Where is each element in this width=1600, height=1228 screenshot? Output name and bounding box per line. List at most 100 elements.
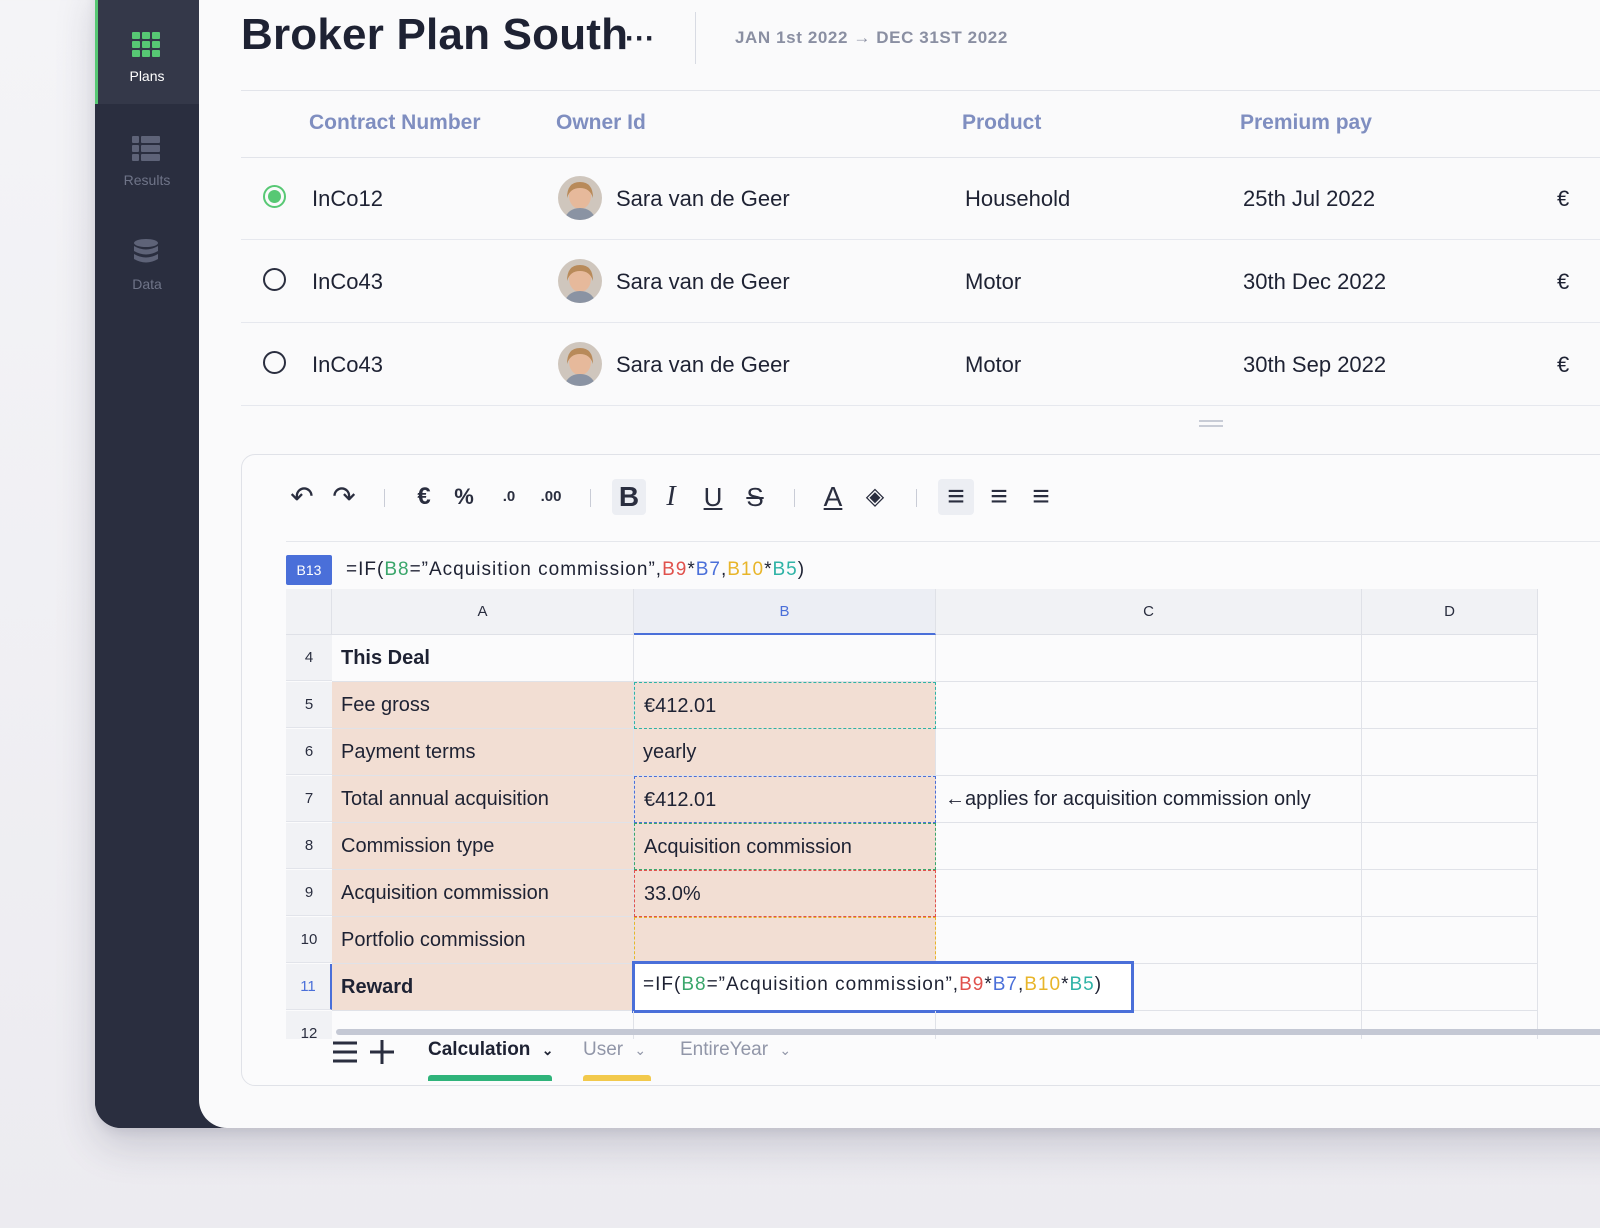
row-header[interactable]: 9 bbox=[286, 870, 332, 916]
cell-d10[interactable] bbox=[1362, 917, 1538, 964]
formula-part: ) bbox=[1094, 974, 1103, 995]
cell-c7[interactable]: ←applies for acquisition commission only bbox=[936, 776, 1362, 823]
cell-c9[interactable] bbox=[936, 870, 1362, 917]
column-header-owner[interactable]: Owner Id bbox=[556, 111, 646, 135]
formula-bar[interactable]: =IF(B8=”Acquisition commission”,B9*B7,B1… bbox=[346, 559, 805, 581]
cell-b7[interactable]: €412.01 bbox=[634, 776, 936, 823]
row-header[interactable]: 7 bbox=[286, 776, 332, 822]
more-options-button[interactable]: ··· bbox=[625, 22, 655, 56]
cell-d7[interactable] bbox=[1362, 776, 1538, 823]
bold-button[interactable]: B bbox=[612, 479, 646, 515]
cell-a6[interactable]: Payment terms bbox=[332, 729, 634, 776]
cell-a8[interactable]: Commission type bbox=[332, 823, 634, 870]
formula-part: B5 bbox=[772, 559, 798, 580]
cell-a4[interactable]: This Deal bbox=[332, 635, 634, 682]
sidebar-item-label: Results bbox=[123, 172, 171, 188]
row-select-radio[interactable] bbox=[263, 351, 286, 374]
strikethrough-button[interactable]: S bbox=[740, 479, 770, 515]
cell-c6[interactable] bbox=[936, 729, 1362, 776]
cell-a7[interactable]: Total annual acquisition bbox=[332, 776, 634, 823]
column-header-product[interactable]: Product bbox=[962, 111, 1041, 135]
column-header-b[interactable]: B bbox=[634, 589, 936, 635]
cell-a10[interactable]: Portfolio commission bbox=[332, 917, 634, 964]
cell-d4[interactable] bbox=[1362, 635, 1538, 682]
cell-b9[interactable]: 33.0% bbox=[634, 870, 936, 917]
row-header[interactable]: 6 bbox=[286, 729, 332, 775]
row-header[interactable]: 12 bbox=[286, 1011, 332, 1039]
cell-a9[interactable]: Acquisition commission bbox=[332, 870, 634, 917]
sheet-tab-calculation[interactable]: Calculation ⌄ bbox=[428, 1039, 553, 1061]
cell-b4[interactable] bbox=[634, 635, 936, 682]
product: Household bbox=[965, 186, 1071, 211]
page-title: Broker Plan South bbox=[241, 10, 629, 59]
spreadsheet-grid[interactable]: A B C D 4 This Deal 5 Fee gross €412.01 … bbox=[286, 589, 1600, 1039]
percent-format-button[interactable]: % bbox=[450, 479, 478, 515]
resize-handle[interactable] bbox=[1199, 420, 1223, 428]
product: Motor bbox=[965, 269, 1022, 294]
premium-pay-date: 30th Sep 2022 bbox=[1243, 352, 1387, 377]
row-header[interactable]: 10 bbox=[286, 917, 332, 963]
text-color-button[interactable]: A bbox=[818, 479, 848, 515]
formula-part: =IF( bbox=[643, 974, 682, 995]
cell-c10[interactable] bbox=[936, 917, 1362, 964]
app-window: Plans Results Data Broker Plan South ···… bbox=[95, 0, 1600, 1128]
sidebar-item-results[interactable]: Results bbox=[95, 104, 199, 208]
row-header[interactable]: 8 bbox=[286, 823, 332, 869]
cell-reference-box[interactable]: B13 bbox=[286, 555, 332, 585]
currency-format-button[interactable]: € bbox=[410, 479, 438, 515]
column-header-a[interactable]: A bbox=[332, 589, 634, 635]
undo-button[interactable]: ↶ bbox=[286, 479, 318, 515]
fill-color-button[interactable]: ◈ bbox=[860, 479, 890, 515]
cell-c8[interactable] bbox=[936, 823, 1362, 870]
row-header[interactable]: 5 bbox=[286, 682, 332, 728]
sheet-tab-entireyear[interactable]: EntireYear ⌄ bbox=[680, 1039, 791, 1061]
formula-part: =”Acquisition commission”, bbox=[706, 974, 960, 995]
cell-c5[interactable] bbox=[936, 682, 1362, 729]
sidebar-item-label: Data bbox=[132, 276, 162, 292]
cell-b10[interactable] bbox=[634, 917, 936, 964]
row-select-radio[interactable] bbox=[263, 185, 286, 208]
cell-d5[interactable] bbox=[1362, 682, 1538, 729]
table-row[interactable]: InCo12 Sara van de Geer Household 25th J… bbox=[241, 157, 1600, 240]
table-header: Contract Number Owner Id Product Premium… bbox=[241, 90, 1600, 158]
cell-d8[interactable] bbox=[1362, 823, 1538, 870]
active-cell-editor[interactable]: =IF(B8=”Acquisition commission”,B9*B7,B1… bbox=[632, 961, 1134, 1013]
row-select-radio[interactable] bbox=[263, 268, 286, 291]
cell-b8[interactable]: Acquisition commission bbox=[634, 823, 936, 870]
menu-icon[interactable] bbox=[332, 1039, 358, 1065]
align-left-button[interactable]: ≡ bbox=[938, 479, 974, 515]
corner-cell[interactable] bbox=[286, 589, 332, 635]
redo-button[interactable]: ↷ bbox=[328, 479, 360, 515]
decrease-decimals-button[interactable]: .0 bbox=[494, 479, 524, 515]
cell-a5[interactable]: Fee gross bbox=[332, 682, 634, 729]
align-center-button[interactable]: ≡ bbox=[984, 479, 1014, 515]
table-row[interactable]: InCo43 Sara van de Geer Motor 30th Dec 2… bbox=[241, 240, 1600, 323]
column-header-premium[interactable]: Premium pay bbox=[1240, 111, 1372, 135]
toolbar-divider bbox=[384, 489, 385, 507]
add-sheet-icon[interactable] bbox=[369, 1039, 395, 1065]
underline-button[interactable]: U bbox=[698, 479, 728, 515]
cell-b6[interactable]: yearly bbox=[634, 729, 936, 776]
italic-button[interactable]: I bbox=[656, 479, 686, 515]
cell-d9[interactable] bbox=[1362, 870, 1538, 917]
cell-b5[interactable]: €412.01 bbox=[634, 682, 936, 729]
owner-name: Sara van de Geer bbox=[616, 352, 790, 377]
sheet-tab-user[interactable]: User ⌄ bbox=[583, 1039, 646, 1061]
cell-c4[interactable] bbox=[936, 635, 1362, 682]
row-header[interactable]: 4 bbox=[286, 635, 332, 681]
column-header-d[interactable]: D bbox=[1362, 589, 1538, 635]
row-header[interactable]: 11 bbox=[286, 964, 332, 1010]
align-right-button[interactable]: ≡ bbox=[1026, 479, 1056, 515]
premium-pay-date: 25th Jul 2022 bbox=[1243, 186, 1376, 211]
cell-d6[interactable] bbox=[1362, 729, 1538, 776]
sidebar-item-data[interactable]: Data bbox=[95, 208, 199, 312]
date-range[interactable]: JAN 1st 2022 → DEC 31ST 2022 bbox=[735, 28, 1008, 48]
increase-decimals-button[interactable]: .00 bbox=[534, 479, 568, 515]
cell-a11[interactable]: Reward bbox=[332, 964, 634, 1011]
column-header-contract[interactable]: Contract Number bbox=[309, 111, 481, 135]
cell-d11[interactable] bbox=[1362, 964, 1538, 1011]
table-row[interactable]: InCo43 Sara van de Geer Motor 30th Sep 2… bbox=[241, 323, 1600, 406]
column-header-c[interactable]: C bbox=[936, 589, 1362, 635]
sidebar-item-plans[interactable]: Plans bbox=[95, 0, 199, 104]
formula-part: B8 bbox=[681, 974, 707, 995]
